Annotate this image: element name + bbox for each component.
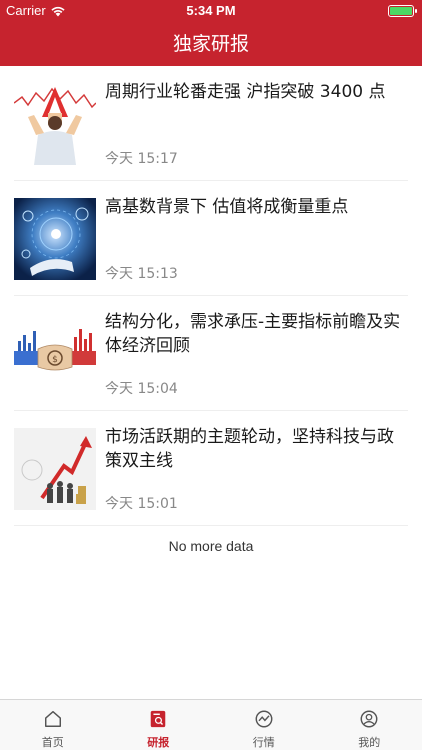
tab-report[interactable]: 研报 bbox=[106, 700, 212, 750]
article-list: 周期行业轮番走强 沪指突破 3400 点 今天 15:17 高基数背景下 估值将… bbox=[0, 66, 422, 526]
status-time: 5:34 PM bbox=[186, 3, 236, 18]
article-title: 周期行业轮番走强 沪指突破 3400 点 bbox=[105, 82, 386, 102]
market-chart-icon bbox=[255, 710, 273, 728]
digital-hand-thumbnail bbox=[14, 198, 96, 280]
article-item[interactable]: 市场活跃期的主题轮动，坚持科技与政策双主线 今天 15:01 bbox=[14, 411, 408, 526]
no-more-data-label: No more data bbox=[168, 538, 254, 554]
article-title: 高基数背景下 估值将成衡量重点 bbox=[105, 197, 349, 217]
handshake-chart-thumbnail: $ bbox=[14, 313, 96, 395]
tab-market[interactable]: 行情 bbox=[211, 700, 317, 750]
home-icon bbox=[44, 711, 61, 727]
success-arrow-thumbnail bbox=[14, 428, 96, 510]
tab-bar: 首页 研报 行情 我的 bbox=[0, 699, 422, 750]
article-item[interactable]: 周期行业轮番走强 沪指突破 3400 点 今天 15:17 bbox=[14, 66, 408, 181]
report-icon bbox=[150, 710, 166, 728]
tab-label: 首页 bbox=[41, 736, 64, 749]
article-time: 今天 15:01 bbox=[105, 496, 178, 512]
article-time: 今天 15:04 bbox=[105, 381, 178, 397]
article-item[interactable]: 高基数背景下 估值将成衡量重点 今天 15:13 bbox=[14, 181, 408, 296]
profile-icon bbox=[360, 710, 378, 728]
nav-bar: 独家研报 bbox=[0, 22, 422, 66]
article-item[interactable]: $ 结构分化，需求承压-主要指标前瞻及实体经济回顾 今天 15:04 bbox=[14, 296, 408, 411]
article-title: 结构分化，需求承压-主要指标前瞻及实体经济回顾 bbox=[105, 312, 401, 356]
article-time: 今天 15:13 bbox=[105, 266, 178, 282]
page-title: 独家研报 bbox=[172, 33, 249, 55]
article-time: 今天 15:17 bbox=[105, 151, 178, 167]
tab-label: 研报 bbox=[147, 736, 170, 749]
battery-icon bbox=[388, 5, 417, 17]
tab-label: 行情 bbox=[252, 736, 275, 749]
tab-label: 我的 bbox=[358, 736, 381, 749]
svg-text:$: $ bbox=[52, 355, 58, 365]
tab-home[interactable]: 首页 bbox=[0, 700, 106, 750]
article-title: 市场活跃期的主题轮动，坚持科技与政策双主线 bbox=[105, 427, 394, 471]
tab-profile[interactable]: 我的 bbox=[317, 700, 422, 750]
business-man-chart-thumbnail bbox=[14, 83, 96, 165]
status-bar: Carrier 5:34 PM bbox=[0, 0, 422, 22]
